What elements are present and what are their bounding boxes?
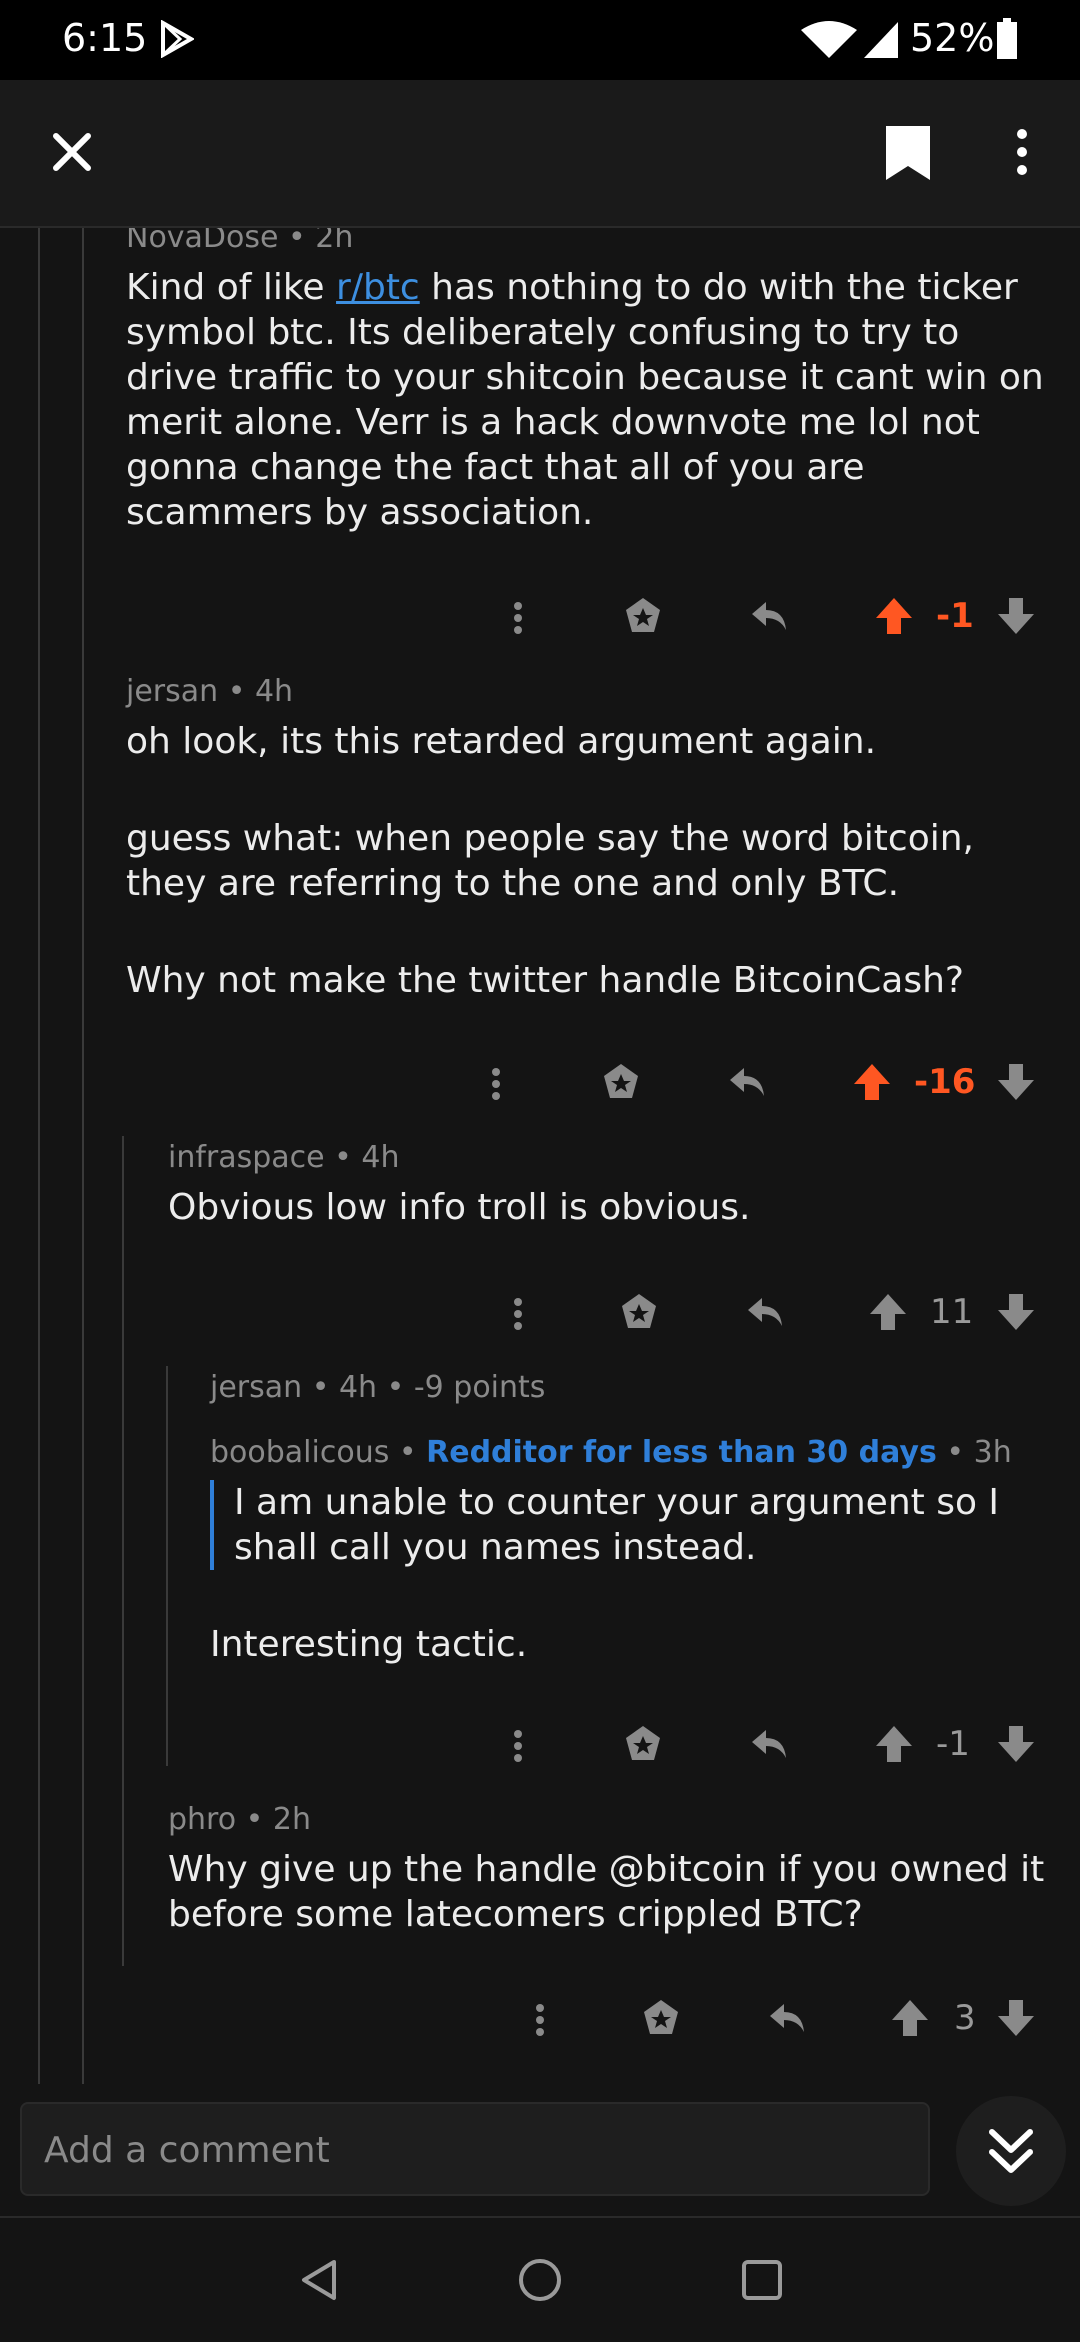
comment-meta: infraspace • 4h — [168, 1140, 400, 1175]
battery-percent: 52% — [910, 16, 995, 60]
comment-score: 11 — [930, 1292, 974, 1332]
bookmark-icon[interactable] — [880, 122, 936, 184]
system-nav-bar — [0, 2216, 1080, 2342]
downvote-icon[interactable] — [996, 1988, 1036, 2048]
comment-score: -16 — [914, 1062, 976, 1102]
more-options-icon[interactable] — [488, 1052, 504, 1112]
comment-time: 2h — [315, 228, 354, 255]
comment-author[interactable]: jersan — [126, 674, 218, 709]
comment-body: Interesting tactic. — [210, 1624, 528, 1665]
comment-author[interactable]: infraspace — [168, 1140, 325, 1175]
comment-meta: phro • 2h — [168, 1802, 311, 1837]
comment-body: Obvious low info troll is obvious. — [168, 1187, 751, 1228]
play-store-icon — [161, 20, 194, 58]
more-options-icon[interactable] — [510, 1714, 526, 1774]
comment: NovaDose • 2h Kind of like r/btc has not… — [126, 228, 1046, 535]
comment: infraspace • 4h Obvious low info troll i… — [168, 1140, 1048, 1230]
comment-body: Kind of like r/btc has nothing to do wit… — [126, 267, 1044, 533]
quoted-author[interactable]: boobalicous — [210, 1435, 389, 1470]
more-options-icon[interactable] — [510, 1282, 526, 1342]
downvote-icon[interactable] — [996, 1052, 1036, 1112]
comment-meta: NovaDose • 2h — [126, 228, 1046, 255]
award-icon[interactable] — [622, 586, 664, 646]
award-icon[interactable] — [618, 1282, 660, 1342]
comment-actions: -1 — [500, 1714, 1040, 1774]
cellular-icon — [864, 22, 898, 58]
quoted-time: 3h — [973, 1435, 1012, 1470]
thread-indent-line — [38, 228, 40, 2084]
subreddit-link[interactable]: r/btc — [336, 267, 420, 308]
thread-indent-line — [166, 1366, 168, 1766]
status-time: 6:15 — [62, 16, 148, 60]
comment: phro • 2h Why give up the handle @bitcoi… — [168, 1802, 1048, 1937]
comment-actions: 11 — [500, 1282, 1040, 1342]
scroll-down-button[interactable] — [956, 2096, 1066, 2206]
close-icon[interactable] — [44, 124, 100, 180]
more-options-icon[interactable] — [510, 586, 526, 646]
comment: jersan • 4h • -9 points boobalicous • Re… — [210, 1370, 1050, 1667]
comment-thread[interactable]: NovaDose • 2h Kind of like r/btc has not… — [0, 228, 1080, 2084]
reply-icon[interactable] — [744, 1282, 786, 1342]
thread-indent-line — [82, 228, 84, 2084]
comment-author[interactable]: NovaDose — [126, 228, 278, 255]
comment-time: 4h — [338, 1370, 378, 1405]
recents-icon[interactable] — [738, 2256, 786, 2304]
award-icon[interactable] — [600, 1052, 642, 1112]
comment-meta: jersan • 4h — [126, 674, 294, 709]
downvote-icon[interactable] — [996, 586, 1036, 646]
wifi-icon — [801, 21, 857, 58]
downvote-icon[interactable] — [996, 1282, 1036, 1342]
comment-score: -1 — [936, 1724, 970, 1764]
upvote-icon[interactable] — [890, 1988, 930, 2048]
reply-icon[interactable] — [748, 1714, 790, 1774]
award-icon[interactable] — [622, 1714, 664, 1774]
quote-block: I am unable to counter your argument so … — [210, 1480, 1050, 1570]
comment-time: 2h — [272, 1802, 311, 1837]
comment-actions: -1 — [500, 586, 1040, 646]
comment-score: -1 — [936, 596, 974, 636]
comment-composer: Add a comment — [0, 2086, 1080, 2216]
add-comment-input[interactable]: Add a comment — [20, 2102, 930, 2196]
comment-actions: 3 — [522, 1988, 1040, 2048]
reply-icon[interactable] — [726, 1052, 768, 1112]
upvote-icon[interactable] — [874, 586, 914, 646]
app-bar — [0, 80, 1080, 228]
downvote-icon[interactable] — [996, 1714, 1036, 1774]
home-icon[interactable] — [516, 2256, 564, 2304]
comment-actions: -16 — [478, 1052, 1040, 1112]
scroll-down-icon — [989, 2129, 1033, 2173]
quoted-meta: boobalicous • Redditor for less than 30 … — [210, 1435, 1012, 1470]
user-flair: Redditor for less than 30 days — [426, 1435, 937, 1470]
comment-meta: jersan • 4h • -9 points — [210, 1370, 546, 1405]
comment-time: 4h — [254, 674, 294, 709]
reply-icon[interactable] — [766, 1988, 808, 2048]
more-vertical-icon[interactable] — [1004, 124, 1040, 180]
more-options-icon[interactable] — [532, 1988, 548, 2048]
comment-body: oh look, its this retarded argument agai… — [126, 721, 974, 1001]
award-icon[interactable] — [640, 1988, 682, 2048]
status-bar: 6:15 52% — [0, 0, 1080, 80]
reply-icon[interactable] — [748, 586, 790, 646]
comment-score: 3 — [954, 1998, 976, 2038]
battery-icon — [997, 18, 1017, 59]
comment-author[interactable]: jersan — [210, 1370, 302, 1405]
comment-author[interactable]: phro — [168, 1802, 236, 1837]
back-icon[interactable] — [296, 2256, 344, 2304]
upvote-icon[interactable] — [868, 1282, 908, 1342]
upvote-icon[interactable] — [874, 1714, 914, 1774]
comment-points: -9 points — [413, 1370, 546, 1405]
comment-body: Why give up the handle @bitcoin if you o… — [168, 1849, 1045, 1935]
comment: jersan • 4h oh look, its this retarded a… — [126, 674, 1046, 1003]
upvote-icon[interactable] — [852, 1052, 892, 1112]
comment-time: 4h — [361, 1140, 400, 1175]
thread-indent-line — [122, 1136, 124, 1966]
